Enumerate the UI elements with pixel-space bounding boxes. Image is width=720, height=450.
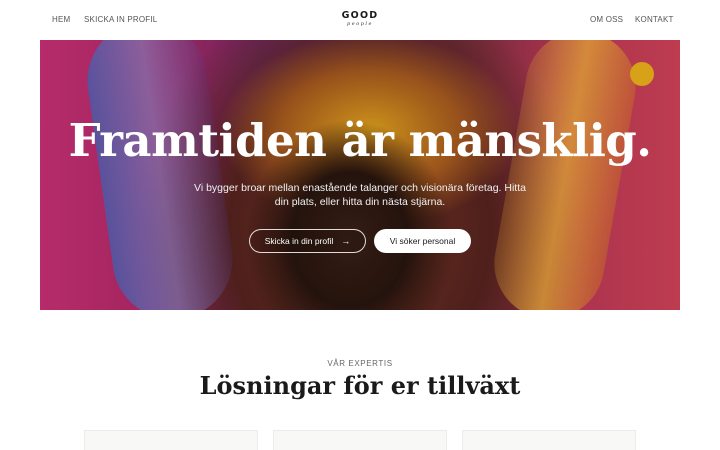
- hero-title: Framtiden är mänsklig.: [68, 114, 652, 167]
- site-header: HEM SKICKA IN PROFIL GOOD people OM OSS …: [0, 0, 720, 40]
- hero-banner: Framtiden är mänsklig. Vi bygger broar m…: [40, 40, 680, 310]
- logo-word: GOOD: [341, 10, 379, 21]
- logo[interactable]: GOOD people: [340, 10, 380, 30]
- hiring-button[interactable]: Vi söker personal: [374, 229, 471, 253]
- nav-link-about[interactable]: OM OSS: [590, 15, 623, 24]
- nav-link-contact[interactable]: KONTAKT: [635, 15, 674, 24]
- send-profile-button[interactable]: Skicka in din profil →: [249, 229, 366, 253]
- send-profile-button-label: Skicka in din profil: [264, 236, 334, 246]
- nav-link-home[interactable]: HEM: [52, 15, 70, 24]
- logo-subtitle: people: [347, 21, 373, 27]
- section-eyebrow: VÅR EXPERTIS: [327, 359, 393, 368]
- arrow-right-icon: →: [341, 236, 351, 246]
- service-card[interactable]: [273, 430, 447, 450]
- service-card[interactable]: [84, 430, 258, 450]
- service-card[interactable]: [462, 430, 636, 450]
- hero-subtitle: Vi bygger broar mellan enastående talang…: [194, 182, 526, 208]
- nav-link-send-profile[interactable]: SKICKA IN PROFIL: [84, 15, 157, 24]
- hero-overlay: [40, 40, 680, 310]
- section-title: Lösningar för er tillväxt: [199, 371, 521, 400]
